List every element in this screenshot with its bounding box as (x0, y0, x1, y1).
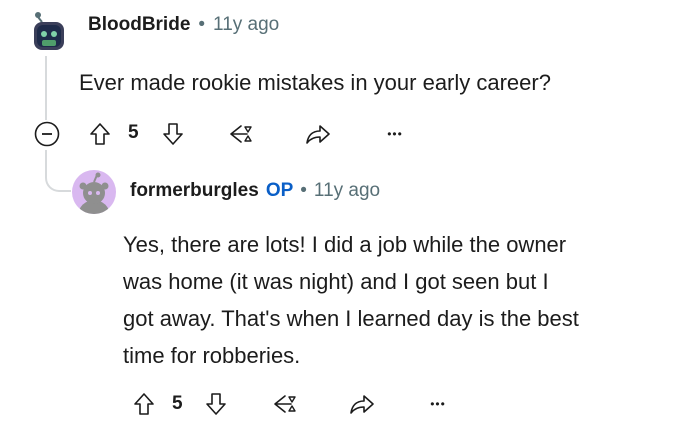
downvote-button[interactable] (160, 120, 186, 148)
collapse-minus-icon (34, 121, 60, 147)
upvote-button[interactable] (87, 120, 113, 148)
upvote-button[interactable] (131, 390, 157, 418)
op-badge: OP (265, 180, 294, 201)
reply-username[interactable]: formerburgles (130, 180, 259, 202)
meta-separator: • (198, 14, 206, 35)
vote-count: 5 (172, 393, 183, 414)
more-options-icon: ••• (430, 397, 446, 411)
comment-username[interactable]: BloodBride (88, 14, 190, 36)
upvote-arrow-icon (90, 123, 110, 145)
thread-line-curve (45, 160, 71, 192)
snoo-avatar-icon (78, 172, 110, 214)
more-options-button[interactable]: ••• (423, 394, 453, 414)
reply-body-line: was home (it was night) and I got seen b… (123, 269, 549, 294)
avatar[interactable] (30, 10, 68, 52)
meta-separator: • (300, 180, 307, 201)
reply-timestamp[interactable]: 11y ago (314, 180, 380, 202)
award-icon (230, 125, 252, 143)
avatar[interactable] (72, 170, 116, 214)
collapse-button[interactable] (33, 120, 61, 148)
downvote-button[interactable] (203, 390, 229, 418)
share-arrow-icon (350, 395, 374, 414)
snoo-avatar-icon (34, 12, 64, 50)
reply-body: Yes, there are lots! I did a job while t… (123, 226, 579, 374)
comment-timestamp[interactable]: 11y ago (213, 14, 279, 36)
reply-body-line: time for robberies. (123, 343, 301, 368)
upvote-arrow-icon (134, 393, 154, 415)
more-options-button[interactable]: ••• (380, 124, 410, 144)
reply-body-line: Yes, there are lots! I did a job while t… (123, 232, 567, 257)
comment-body: Ever made rookie mistakes in your early … (79, 70, 551, 95)
share-button[interactable] (303, 120, 333, 148)
share-button[interactable] (347, 390, 377, 418)
downvote-arrow-icon (206, 393, 226, 415)
award-button[interactable] (270, 390, 300, 418)
vote-count: 5 (128, 122, 139, 143)
award-button[interactable] (226, 120, 256, 148)
award-icon (274, 395, 296, 413)
more-options-icon: ••• (387, 127, 403, 141)
downvote-arrow-icon (163, 123, 183, 145)
share-arrow-icon (306, 125, 330, 144)
thread-line-vertical (45, 56, 47, 120)
reply-body-line: got away. That's when I learned day is t… (123, 306, 579, 331)
